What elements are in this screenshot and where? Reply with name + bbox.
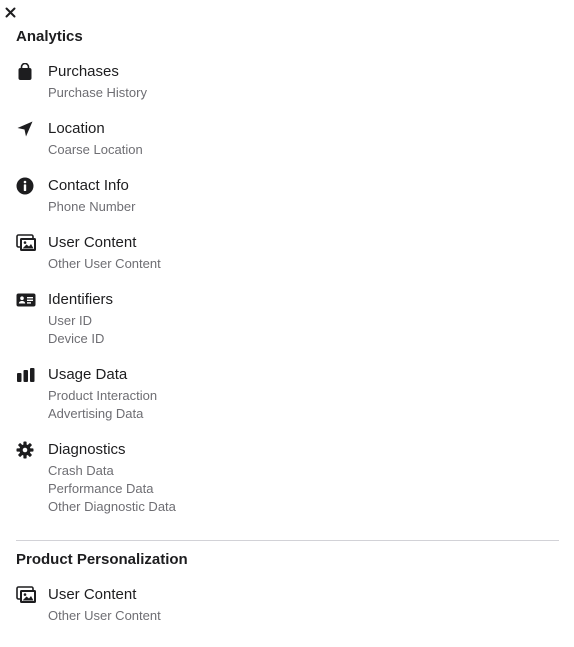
section-divider	[16, 540, 559, 541]
data-type-item: Advertising Data	[48, 406, 144, 421]
data-type-item: Coarse Location	[48, 142, 143, 157]
category-user-content: User Content Other User Content	[16, 585, 558, 625]
category-name: Location	[48, 120, 105, 137]
category-name: Contact Info	[48, 177, 129, 194]
category-name: Usage Data	[48, 366, 128, 383]
category-identifiers: Identifiers User ID Device ID	[16, 290, 558, 348]
data-type-item: Performance Data	[48, 481, 154, 496]
data-type-item: Phone Number	[48, 199, 136, 214]
category-usage-data: Usage Data Product Interaction Advertisi…	[16, 365, 558, 423]
data-type-item: Crash Data	[48, 463, 114, 478]
data-type-item: Device ID	[48, 331, 105, 346]
bar-chart-icon	[16, 366, 38, 384]
close-button[interactable]	[3, 5, 17, 19]
id-card-icon	[16, 291, 38, 309]
section-analytics: Analytics Purchases Purchase History Loc…	[16, 27, 558, 516]
section-title: Product Personalization	[16, 551, 188, 568]
gear-icon	[16, 441, 38, 459]
photos-icon	[16, 234, 38, 252]
category-name: Identifiers	[48, 291, 114, 308]
info-circle-icon	[16, 177, 38, 195]
data-type-item: Purchase History	[48, 85, 147, 100]
data-type-item: Product Interaction	[48, 388, 158, 403]
section-title: Analytics	[16, 28, 83, 45]
photos-icon	[16, 586, 38, 604]
category-user-content: User Content Other User Content	[16, 233, 558, 273]
category-diagnostics: Diagnostics Crash Data Performance Data …	[16, 440, 558, 516]
section-product-personalization: Product Personalization User Content Oth…	[16, 550, 558, 625]
category-name: User Content	[48, 234, 137, 251]
data-type-item: User ID	[48, 313, 93, 328]
close-icon	[5, 7, 15, 17]
category-name: Purchases	[48, 63, 119, 80]
shopping-bag-icon	[16, 63, 38, 81]
data-type-item: Other Diagnostic Data	[48, 499, 176, 514]
category-purchases: Purchases Purchase History	[16, 62, 558, 102]
category-name: User Content	[48, 586, 137, 603]
location-arrow-icon	[16, 120, 38, 138]
data-type-item: Other User Content	[48, 608, 161, 623]
category-name: Diagnostics	[48, 441, 126, 458]
category-contact-info: Contact Info Phone Number	[16, 176, 558, 216]
data-type-item: Other User Content	[48, 256, 161, 271]
category-location: Location Coarse Location	[16, 119, 558, 159]
